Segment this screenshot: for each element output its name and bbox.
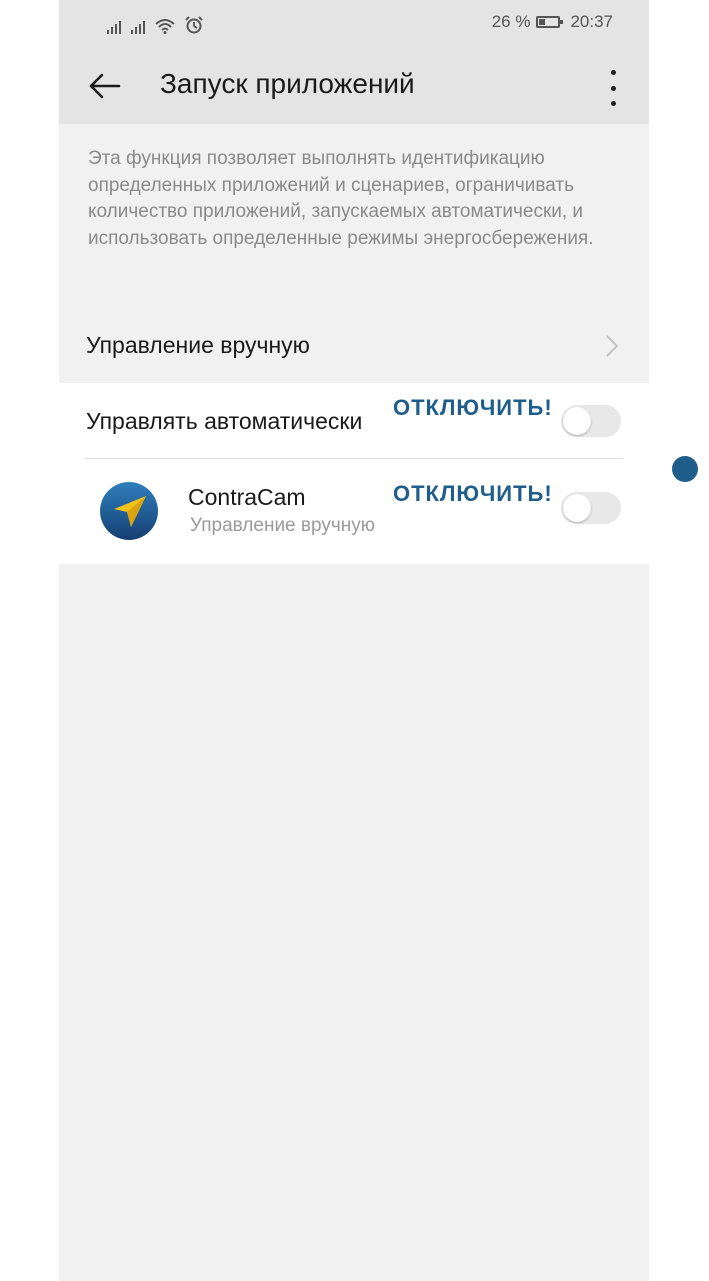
disable-annotation: ОТКЛЮЧИТЬ! (393, 395, 553, 420)
signal-icon (107, 18, 121, 34)
manual-management-row[interactable]: Управление вручную (59, 312, 649, 382)
battery-icon (536, 16, 564, 28)
auto-manage-label: Управлять автоматически (86, 408, 363, 434)
auto-manage-row[interactable]: Управлять автоматически ОТКЛЮЧИТЬ! (59, 383, 649, 458)
manual-management-label: Управление вручную (86, 332, 310, 358)
disable-annotation: ОТКЛЮЧИТЬ! (393, 481, 553, 506)
settings-card: Управлять автоматически ОТКЛЮЧИТЬ! Contr… (59, 383, 649, 564)
app-name: ContraCam (188, 484, 306, 510)
contracam-app-icon (100, 482, 158, 540)
settings-screen: 26 % 20:37 Запуск приложений Эта функция… (59, 0, 649, 1281)
status-icons-left (107, 14, 203, 34)
feature-description: Эта функция позволяет выполнять идентифи… (88, 148, 594, 249)
wifi-icon (155, 19, 175, 34)
toggle-knob (563, 494, 591, 522)
status-bar: 26 % 20:37 (59, 0, 649, 48)
marker-dot (672, 456, 698, 482)
signal-icon (131, 18, 145, 34)
status-icons-right: 26 % 20:37 (492, 12, 613, 32)
alarm-icon (185, 16, 203, 34)
toggle-knob (563, 407, 591, 435)
app-subtitle: Управление вручную (190, 515, 375, 536)
chevron-right-icon (606, 335, 619, 357)
contracam-toggle[interactable] (561, 492, 621, 524)
auto-manage-toggle[interactable] (561, 405, 621, 437)
clock: 20:37 (570, 12, 613, 31)
page-title: Запуск приложений (160, 68, 415, 99)
app-bar: Запуск приложений (59, 48, 649, 124)
more-vertical-icon[interactable] (603, 70, 623, 106)
battery-percent: 26 % (491, 12, 531, 31)
arrow-left-icon[interactable] (85, 66, 125, 106)
app-row-contracam[interactable]: ContraCam Управление вручную ОТКЛЮЧИТЬ! (59, 459, 649, 564)
